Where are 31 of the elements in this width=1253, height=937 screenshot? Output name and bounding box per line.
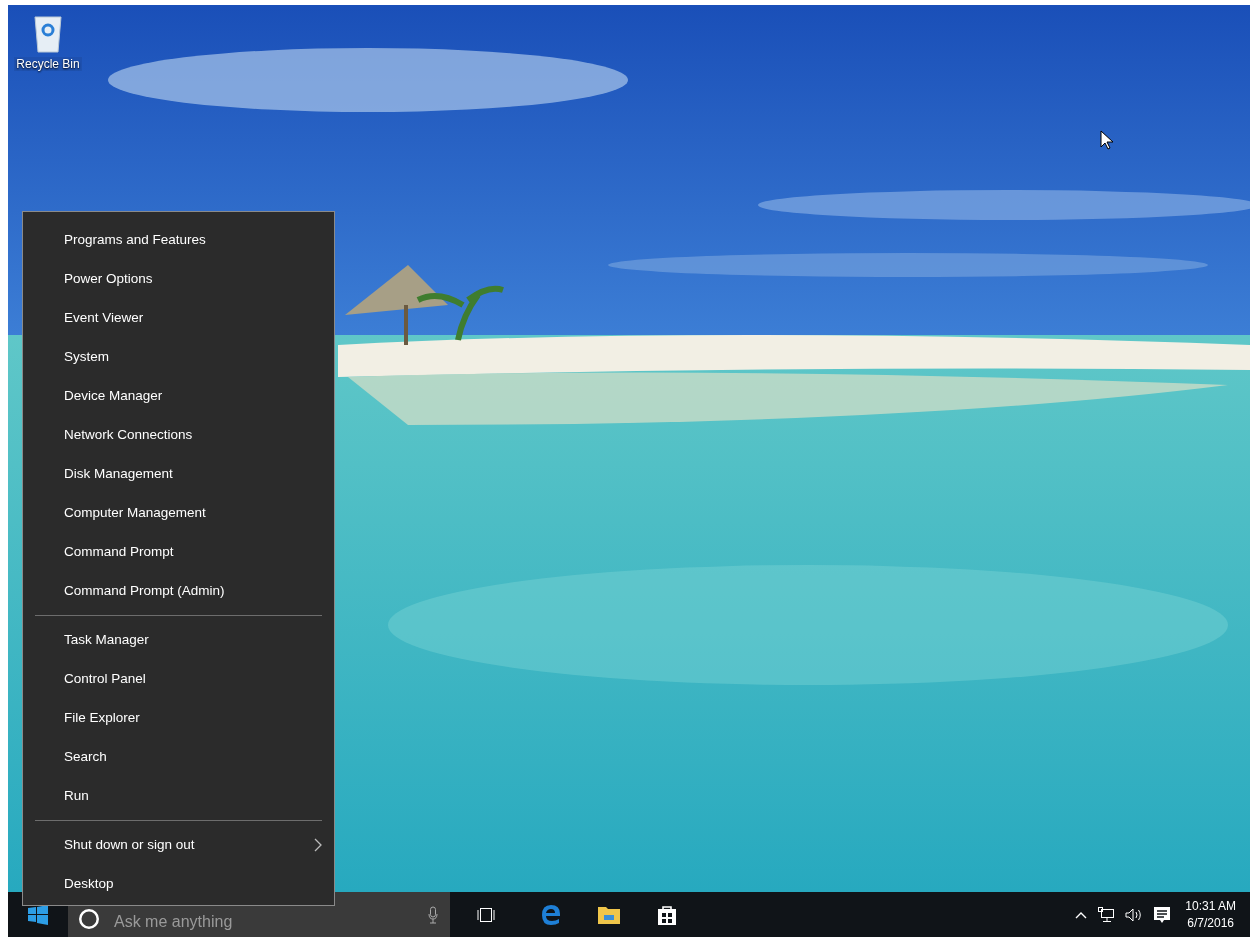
menu-item[interactable]: Search [23, 737, 334, 776]
microphone-icon[interactable] [428, 906, 438, 924]
chevron-right-icon [314, 837, 322, 852]
menu-item[interactable]: Control Panel [23, 659, 334, 698]
menu-item[interactable]: Run [23, 776, 334, 815]
clock[interactable]: 10:31 AM 6/7/2016 [1181, 897, 1240, 932]
menu-item[interactable]: Disk Management [23, 454, 334, 493]
menu-item[interactable]: Network Connections [23, 415, 334, 454]
menu-item[interactable]: Command Prompt (Admin) [23, 571, 334, 610]
menu-item[interactable]: Event Viewer [23, 298, 334, 337]
recycle-bin-icon [33, 15, 63, 53]
notification-icon[interactable] [1153, 905, 1172, 924]
network-icon[interactable] [1097, 906, 1116, 923]
chevron-up-icon[interactable] [1075, 910, 1088, 919]
menu-item[interactable]: File Explorer [23, 698, 334, 737]
folder-icon[interactable] [597, 904, 621, 925]
task-view-icon[interactable] [477, 906, 495, 923]
browser-e-icon[interactable] [540, 903, 562, 926]
shopping-bag-icon[interactable] [657, 903, 677, 926]
windows-logo-icon [28, 904, 48, 925]
menu-item[interactable]: Computer Management [23, 493, 334, 532]
menu-item[interactable]: Programs and Features [23, 220, 334, 259]
menu-item[interactable]: Device Manager [23, 376, 334, 415]
mouse-pointer-icon [1100, 130, 1114, 150]
speaker-icon[interactable] [1125, 907, 1144, 922]
menu-item[interactable]: Task Manager [23, 620, 334, 659]
menu-item[interactable]: Shut down or sign out [23, 825, 334, 864]
menu-item[interactable]: Power Options [23, 259, 334, 298]
menu-item[interactable]: Command Prompt [23, 532, 334, 571]
menu-item[interactable]: System [23, 337, 334, 376]
circle-icon [79, 909, 99, 929]
